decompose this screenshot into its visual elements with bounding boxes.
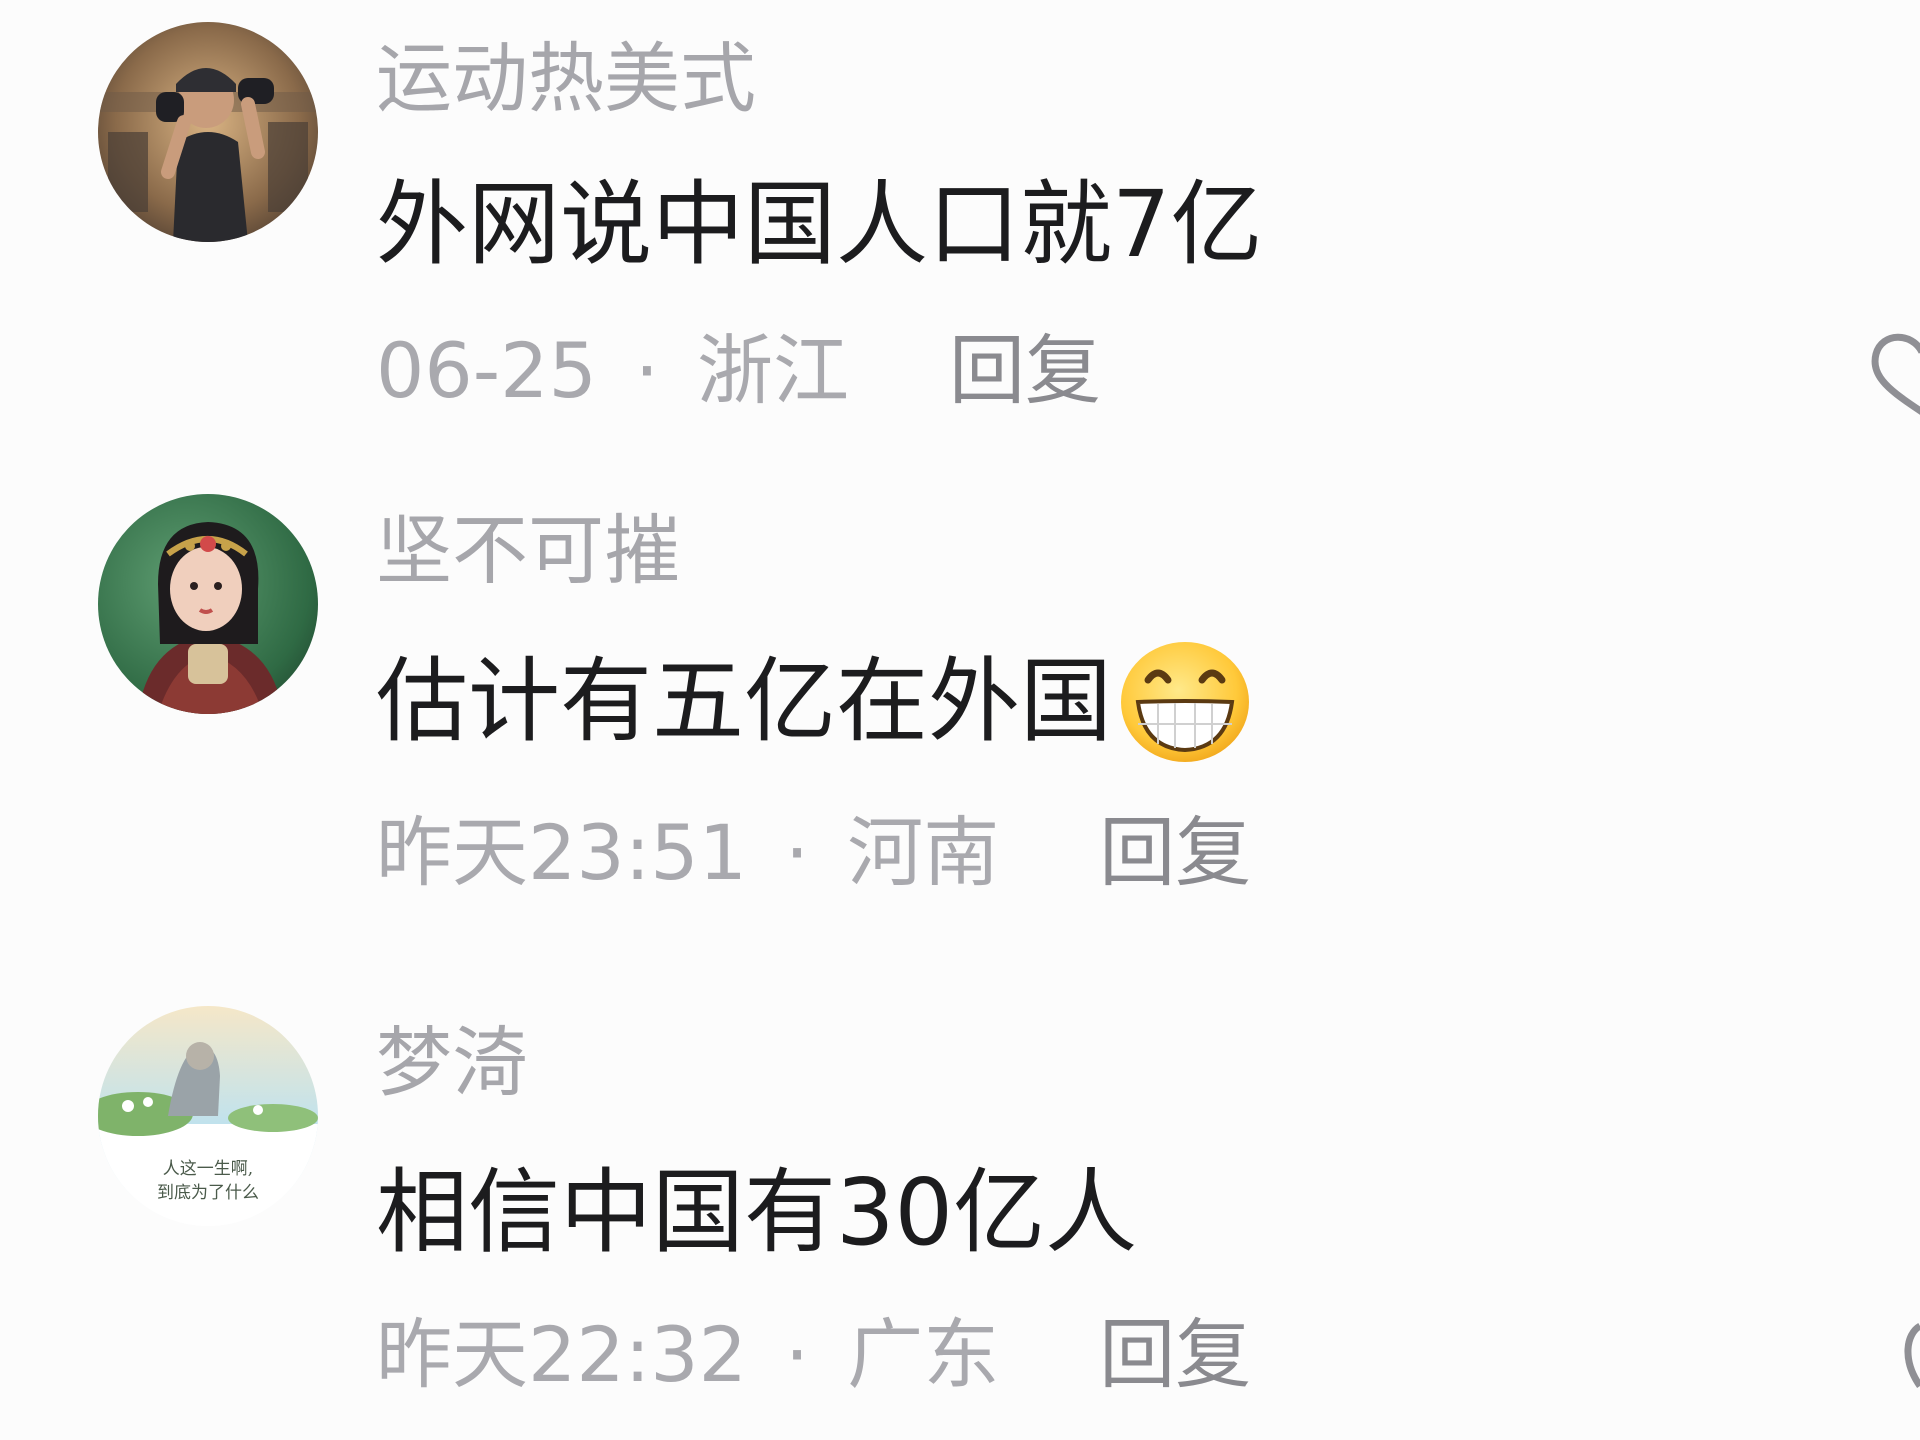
reply-button[interactable]: 回复	[1099, 808, 1251, 898]
avatar-ethnic-girl-icon	[98, 494, 318, 714]
avatar[interactable]	[98, 494, 318, 714]
comment-meta: 昨天23:51 · 河南 回复	[376, 808, 1251, 898]
comment-text: 相信中国有30亿人	[376, 1158, 1137, 1268]
comment-location: 浙江	[697, 326, 850, 415]
comment-text-body: 相信中国有30亿人	[376, 1159, 1138, 1266]
like-button[interactable]	[1896, 1316, 1920, 1396]
avatar-boxer-girl-icon	[98, 22, 318, 242]
comment-meta: 06-25 · 浙江 回复	[376, 326, 1101, 416]
comment-meta: 昨天22:32 · 广东 回复	[376, 1310, 1251, 1400]
comment-date: 昨天23:51	[376, 808, 748, 897]
comment-text-body: 外网说中国人口就7亿	[376, 171, 1263, 278]
like-button[interactable]	[1852, 322, 1920, 418]
reply-button[interactable]: 回复	[1099, 1310, 1251, 1400]
username[interactable]: 坚不可摧	[376, 506, 680, 596]
avatar[interactable]	[98, 22, 318, 242]
svg-text:人这一生啊,: 人这一生啊,	[163, 1159, 253, 1179]
comment-text: 外网说中国人口就7亿	[376, 170, 1263, 280]
reply-button[interactable]: 回复	[949, 326, 1101, 416]
avatar-lotus-landscape-icon: 人这一生啊, 到底为了什么	[98, 1006, 318, 1226]
comment-list: 运动热美式 外网说中国人口就7亿 06-25 · 浙江 回复 坚不可摧 估计有五…	[0, 0, 1920, 1440]
comment-text-body: 估计有五亿在外国	[376, 648, 1113, 755]
comment-location: 广东	[847, 1310, 1000, 1399]
comment-date: 昨天22:32	[376, 1310, 748, 1399]
username[interactable]: 梦渏	[376, 1018, 528, 1108]
meta-separator: ·	[785, 1310, 810, 1399]
avatar[interactable]: 人这一生啊, 到底为了什么	[98, 1006, 318, 1226]
meta-separator: ·	[634, 326, 660, 415]
comment-location: 河南	[847, 808, 1000, 897]
comment-text: 估计有五亿在外国	[376, 640, 1252, 764]
svg-text:到底为了什么: 到底为了什么	[157, 1183, 259, 1203]
comment-date: 06-25	[376, 326, 597, 415]
heart-icon	[1871, 333, 1920, 415]
meta-separator: ·	[785, 808, 810, 897]
heart-icon	[1904, 1322, 1920, 1388]
username[interactable]: 运动热美式	[376, 34, 756, 124]
grinning-face-emoji-icon	[1118, 640, 1252, 764]
